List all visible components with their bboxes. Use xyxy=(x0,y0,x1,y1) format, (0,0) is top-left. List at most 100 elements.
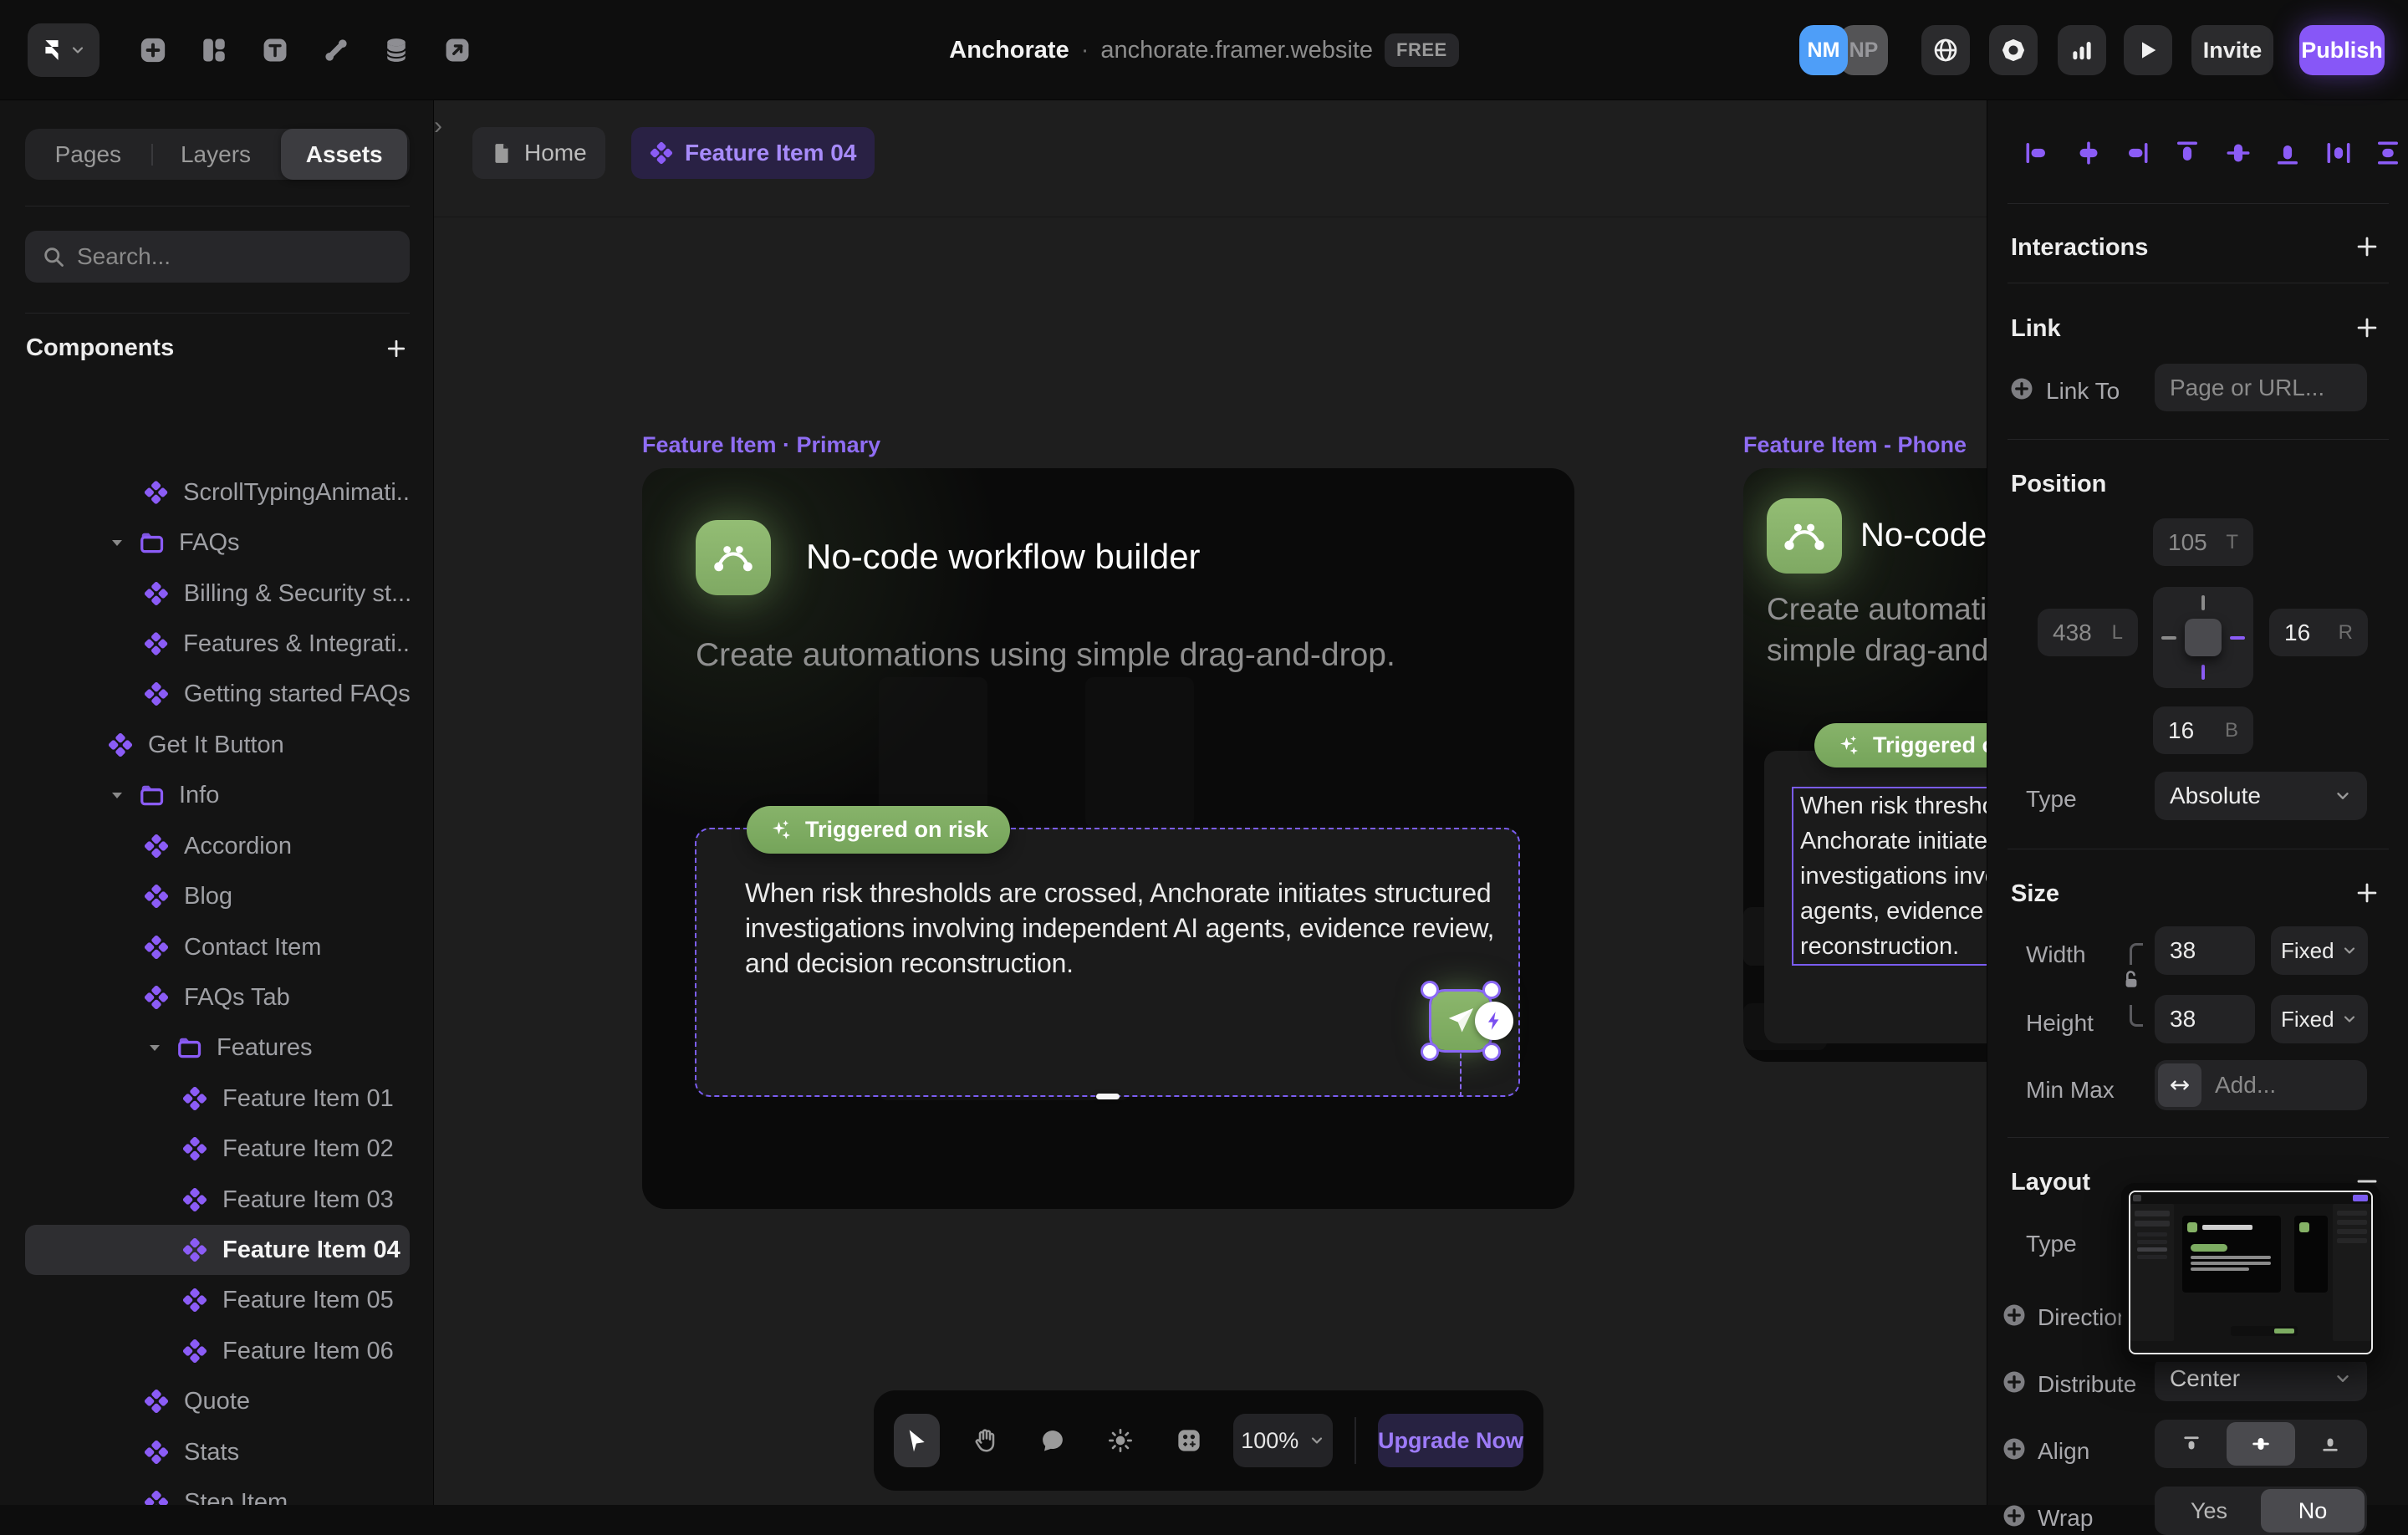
distribute-vertical-icon[interactable] xyxy=(2373,138,2403,168)
cms-tool-button[interactable] xyxy=(381,35,411,65)
tree-item-faqs-folder[interactable]: FAQs xyxy=(25,518,410,568)
tree-item-blog[interactable]: Blog xyxy=(25,871,410,921)
components-panel-button[interactable] xyxy=(1166,1414,1212,1467)
theme-toggle-button[interactable] xyxy=(1098,1414,1144,1467)
distribute-horizontal-icon[interactable] xyxy=(2324,138,2354,168)
frame-label-phone[interactable]: Feature Item - Phone xyxy=(1743,432,1967,458)
minmax-control[interactable]: Add... xyxy=(2155,1060,2367,1110)
frame-feature-item-phone[interactable]: No-code workflow builder Create automati… xyxy=(1743,468,1987,1062)
height-input[interactable]: 38 xyxy=(2155,995,2255,1043)
invite-button[interactable]: Invite xyxy=(2191,25,2273,75)
position-type-dropdown[interactable]: Absolute xyxy=(2155,772,2367,820)
tree-item-billing-security[interactable]: Billing & Security st... xyxy=(25,569,410,619)
tree-item-features-integrations[interactable]: Features & Integrati... xyxy=(25,619,410,669)
tree-item-stats[interactable]: Stats xyxy=(25,1427,410,1477)
selection-handle-sw[interactable] xyxy=(1421,1043,1439,1061)
unlock-icon[interactable] xyxy=(2120,968,2143,992)
position-anchor-widget[interactable] xyxy=(2153,587,2253,688)
position-left-input[interactable]: 438 L xyxy=(2038,609,2138,656)
align-center-vertical-icon[interactable] xyxy=(2223,138,2253,168)
frame-label-primary[interactable]: Feature Item · Primary xyxy=(642,432,880,458)
framer-menu-button[interactable] xyxy=(28,23,99,77)
tree-item-contact-item[interactable]: Contact Item xyxy=(25,922,410,972)
position-bottom-input[interactable]: 16 B xyxy=(2153,706,2253,754)
tree-item-getting-started-faqs[interactable]: Getting started FAQs xyxy=(25,669,410,719)
tree-item-quote[interactable]: Quote xyxy=(25,1376,410,1426)
align-center-button[interactable] xyxy=(2226,1422,2296,1466)
selection-handle-se[interactable] xyxy=(1482,1043,1501,1061)
canvas[interactable]: Home › Feature Item 04 Feature Item · Pr… xyxy=(434,100,1987,1505)
breadcrumb-current[interactable]: Feature Item 04 xyxy=(631,127,875,179)
align-top-icon[interactable] xyxy=(2172,138,2202,168)
wrap-yes-button[interactable]: Yes xyxy=(2157,1489,2261,1532)
width-input[interactable]: 38 xyxy=(2155,926,2255,975)
upgrade-button[interactable]: Upgrade Now xyxy=(1377,1414,1523,1467)
align-start-button[interactable] xyxy=(2157,1422,2227,1466)
link-to-add-icon[interactable] xyxy=(2009,376,2034,401)
comment-tool-button[interactable] xyxy=(1029,1414,1075,1467)
caret-down-icon[interactable] xyxy=(107,533,127,553)
add-link-button[interactable] xyxy=(2353,314,2381,342)
position-top-input[interactable]: 105 T xyxy=(2153,518,2253,566)
resize-handle-bottom[interactable] xyxy=(1096,1094,1120,1099)
position-right-input[interactable]: 16 R xyxy=(2269,609,2368,656)
tree-item-step-item[interactable]: Step Item xyxy=(25,1477,410,1505)
direction-add-icon[interactable] xyxy=(2002,1303,2027,1328)
selection-handle-nw[interactable] xyxy=(1421,981,1439,999)
tree-item-info-folder[interactable]: Info xyxy=(25,770,410,820)
preview-button[interactable] xyxy=(2124,25,2172,75)
distribute-add-icon[interactable] xyxy=(2002,1369,2027,1395)
publish-button[interactable]: Publish xyxy=(2299,25,2385,75)
zoom-dropdown[interactable]: 100% xyxy=(1233,1414,1334,1467)
add-size-button[interactable] xyxy=(2353,879,2381,907)
align-end-button[interactable] xyxy=(2295,1422,2365,1466)
align-right-icon[interactable] xyxy=(2121,138,2151,168)
site-settings-button[interactable] xyxy=(1921,25,1970,75)
align-bottom-icon[interactable] xyxy=(2273,138,2303,168)
height-mode-dropdown[interactable]: Fixed xyxy=(2271,995,2368,1043)
tree-item-feature-item-06[interactable]: Feature Item 06 xyxy=(25,1326,410,1376)
selected-icon-element[interactable] xyxy=(1421,981,1513,1061)
tab-pages[interactable]: Pages xyxy=(25,129,151,180)
tree-item-feature-item-01[interactable]: Feature Item 01 xyxy=(25,1073,410,1124)
align-add-icon[interactable] xyxy=(2002,1436,2027,1461)
vector-tool-button[interactable] xyxy=(321,35,351,65)
avatar[interactable]: NM xyxy=(1799,25,1848,75)
breadcrumb-home[interactable]: Home xyxy=(472,127,605,179)
tree-item-scrolltypinganimation[interactable]: ScrollTypingAnimati... xyxy=(25,467,410,518)
tree-item-feature-item-02[interactable]: Feature Item 02 xyxy=(25,1124,410,1174)
pan-tool-button[interactable] xyxy=(962,1414,1008,1467)
tree-item-feature-item-05[interactable]: Feature Item 05 xyxy=(25,1275,410,1325)
distribute-dropdown[interactable]: Center xyxy=(2155,1356,2367,1401)
tree-item-faqs-tab[interactable]: FAQs Tab xyxy=(25,972,410,1022)
analytics-button[interactable] xyxy=(2058,25,2106,75)
width-mode-dropdown[interactable]: Fixed xyxy=(2271,926,2368,975)
add-component-button[interactable] xyxy=(384,336,409,361)
selection-handle-ne[interactable] xyxy=(1482,981,1501,999)
search-input[interactable] xyxy=(77,243,393,270)
caret-down-icon[interactable] xyxy=(107,785,127,805)
add-interaction-button[interactable] xyxy=(2353,232,2381,261)
select-tool-button[interactable] xyxy=(894,1414,941,1467)
minmax-icon-button[interactable] xyxy=(2158,1063,2201,1107)
wrap-no-button[interactable]: No xyxy=(2261,1489,2365,1532)
tab-layers[interactable]: Layers xyxy=(153,129,279,180)
tab-assets[interactable]: Assets xyxy=(281,129,408,180)
tree-item-feature-item-04[interactable]: Feature Item 04 xyxy=(25,1225,410,1275)
insert-tool-button[interactable] xyxy=(138,35,168,65)
layout-tool-button[interactable] xyxy=(199,35,229,65)
component-instance-badge[interactable] xyxy=(1475,1002,1513,1040)
tree-item-accordion[interactable]: Accordion xyxy=(25,821,410,871)
align-left-icon[interactable] xyxy=(2023,138,2053,168)
search-field[interactable] xyxy=(25,231,410,283)
tree-item-feature-item-03[interactable]: Feature Item 03 xyxy=(25,1175,410,1225)
export-tool-button[interactable] xyxy=(442,35,472,65)
align-center-horizontal-icon[interactable] xyxy=(2074,138,2104,168)
text-tool-button[interactable] xyxy=(260,35,290,65)
caret-down-icon[interactable] xyxy=(145,1038,165,1058)
tree-item-features-folder[interactable]: Features xyxy=(25,1022,410,1073)
tree-item-get-it-button[interactable]: Get It Button xyxy=(25,720,410,770)
cms-panel-button[interactable] xyxy=(1989,25,2038,75)
selected-text-outline[interactable]: When risk thresholds Anchorate initiates… xyxy=(1792,787,1987,966)
frame-feature-item-primary[interactable]: No-code workflow builder Create automati… xyxy=(642,468,1574,1209)
